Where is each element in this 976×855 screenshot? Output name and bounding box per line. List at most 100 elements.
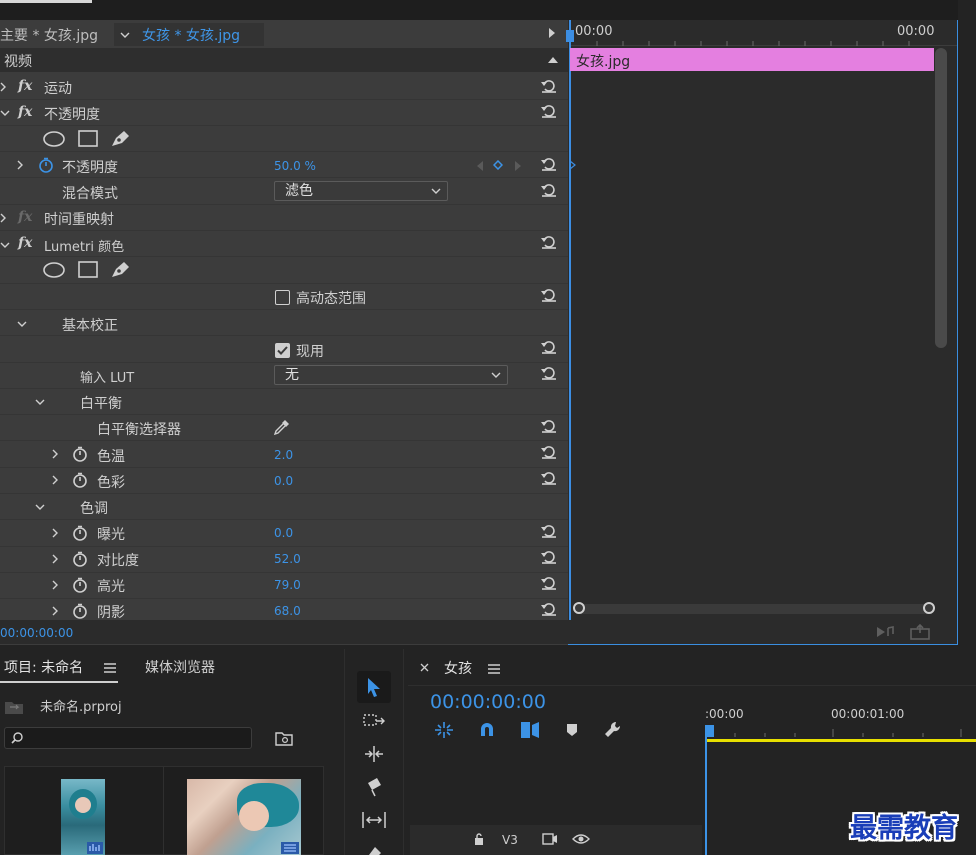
prev-keyframe-icon[interactable] — [476, 161, 484, 171]
chevron-right-icon[interactable] — [0, 82, 8, 92]
panel-menu-icon[interactable] — [488, 664, 500, 674]
thumbnail-image-portrait[interactable] — [61, 779, 105, 855]
add-keyframe-icon[interactable] — [493, 160, 503, 170]
opacity-value[interactable]: 50.0 % — [274, 159, 316, 173]
scroll-handle-right[interactable] — [923, 602, 935, 614]
shadows-value[interactable]: 68.0 — [274, 604, 301, 618]
stopwatch-icon[interactable] — [72, 525, 88, 541]
reset-icon[interactable] — [540, 548, 558, 566]
media-browser-tab[interactable]: 媒体浏览器 — [145, 657, 215, 677]
reset-icon[interactable] — [540, 181, 558, 199]
timeline-ruler[interactable]: 00:00 00:00 — [569, 20, 957, 46]
fx-icon[interactable]: fx — [18, 104, 32, 120]
thumbnail-image-landscape[interactable] — [187, 779, 301, 855]
chevron-down-icon[interactable] — [0, 240, 10, 250]
timeline-tab-title[interactable]: 女孩 — [444, 658, 472, 678]
blend-mode-dropdown[interactable]: 滤色 — [274, 181, 448, 201]
eyedropper-icon[interactable] — [273, 418, 291, 436]
enable-checkbox[interactable] — [275, 343, 290, 358]
wrench-icon[interactable] — [604, 721, 622, 739]
tab-main-sequence[interactable]: 主要 * 女孩.jpg — [0, 25, 98, 45]
razor-tool-icon[interactable] — [365, 777, 383, 797]
scroll-handle-left[interactable] — [573, 602, 585, 614]
reset-icon[interactable] — [540, 102, 558, 120]
pen-mask-icon[interactable] — [110, 128, 132, 148]
panel-menu-icon[interactable] — [104, 663, 116, 673]
footer-timecode[interactable]: 00:00:00:00 — [0, 626, 73, 640]
chevron-right-icon[interactable] — [50, 449, 60, 459]
fx-icon[interactable]: fx — [18, 78, 32, 94]
reset-icon[interactable] — [540, 574, 558, 592]
snap-icon[interactable] — [478, 721, 496, 739]
lock-track-icon[interactable] — [474, 833, 484, 845]
reset-icon[interactable] — [540, 443, 558, 461]
vertical-scrollbar[interactable] — [935, 48, 947, 348]
reset-icon[interactable] — [540, 286, 558, 304]
stopwatch-icon[interactable] — [72, 472, 88, 488]
chevron-right-icon[interactable] — [50, 606, 60, 616]
nest-sequence-icon[interactable] — [434, 721, 454, 739]
rectangle-mask-icon[interactable] — [78, 261, 98, 279]
white-balance-label[interactable]: 白平衡 — [80, 393, 122, 413]
tab-clip[interactable]: 女孩 * 女孩.jpg — [114, 23, 264, 46]
stopwatch-icon[interactable] — [72, 603, 88, 619]
reset-icon[interactable] — [540, 417, 558, 435]
toggle-sync-lock-icon[interactable] — [542, 833, 558, 845]
reset-icon[interactable] — [540, 522, 558, 540]
export-frame-icon[interactable] — [910, 624, 930, 640]
selection-tool[interactable] — [357, 671, 391, 703]
ellipse-mask-icon[interactable] — [42, 130, 66, 148]
chevron-down-icon[interactable] — [0, 108, 10, 118]
play-audio-icon[interactable] — [876, 625, 896, 639]
contrast-value[interactable]: 52.0 — [274, 552, 301, 566]
temperature-value[interactable]: 2.0 — [274, 448, 293, 462]
work-area-bar[interactable] — [705, 739, 976, 742]
playhead-line[interactable] — [569, 20, 571, 620]
hdr-checkbox[interactable] — [275, 290, 290, 305]
scroll-up-icon[interactable] — [548, 56, 558, 64]
reset-icon[interactable] — [540, 233, 558, 251]
chevron-right-icon[interactable] — [0, 213, 8, 223]
chevron-down-icon[interactable] — [17, 319, 27, 329]
horizontal-scrollbar[interactable] — [573, 602, 935, 614]
track-label-v3[interactable]: V3 — [502, 833, 518, 847]
reset-icon[interactable] — [540, 155, 558, 173]
input-lut-dropdown[interactable]: 无 — [274, 365, 508, 385]
slip-tool-icon[interactable] — [361, 811, 387, 829]
play-triangle-icon[interactable] — [548, 28, 556, 38]
fx-icon[interactable]: fx — [18, 235, 32, 251]
add-marker-icon[interactable] — [566, 723, 578, 737]
pen-mask-icon[interactable] — [110, 259, 132, 279]
linked-selection-icon[interactable] — [520, 721, 540, 739]
chevron-down-icon[interactable] — [35, 397, 45, 407]
stopwatch-active-icon[interactable] — [38, 157, 54, 173]
reset-icon[interactable] — [540, 600, 558, 618]
chevron-right-icon[interactable] — [50, 554, 60, 564]
highlights-value[interactable]: 79.0 — [274, 578, 301, 592]
timeline-playhead-line[interactable] — [705, 737, 707, 855]
next-keyframe-icon[interactable] — [514, 161, 522, 171]
playhead-marker[interactable] — [566, 30, 574, 42]
ellipse-mask-icon[interactable] — [42, 261, 66, 279]
effect-lumetri[interactable]: Lumetri 颜色 — [44, 236, 124, 255]
reset-icon[interactable] — [540, 77, 558, 95]
stopwatch-icon[interactable] — [72, 446, 88, 462]
chevron-right-icon[interactable] — [15, 160, 25, 170]
ripple-edit-tool-icon[interactable] — [363, 745, 385, 763]
tone-label[interactable]: 色调 — [80, 498, 108, 518]
chevron-down-icon[interactable] — [35, 502, 45, 512]
stopwatch-icon[interactable] — [72, 551, 88, 567]
effect-opacity[interactable]: 不透明度 — [44, 104, 100, 124]
stopwatch-icon[interactable] — [72, 577, 88, 593]
reset-icon[interactable] — [540, 338, 558, 356]
pen-tool-icon[interactable] — [367, 845, 383, 855]
reset-icon[interactable] — [540, 364, 558, 382]
effect-motion[interactable]: 运动 — [44, 78, 72, 98]
reset-icon[interactable] — [540, 469, 558, 487]
timeline-playhead-marker[interactable] — [705, 725, 714, 737]
tint-value[interactable]: 0.0 — [274, 474, 293, 488]
chevron-right-icon[interactable] — [50, 580, 60, 590]
toggle-track-output-eye-icon[interactable] — [572, 833, 590, 845]
clip-bar[interactable]: 女孩.jpg — [570, 48, 934, 71]
effect-time-remap[interactable]: 时间重映射 — [44, 209, 114, 229]
